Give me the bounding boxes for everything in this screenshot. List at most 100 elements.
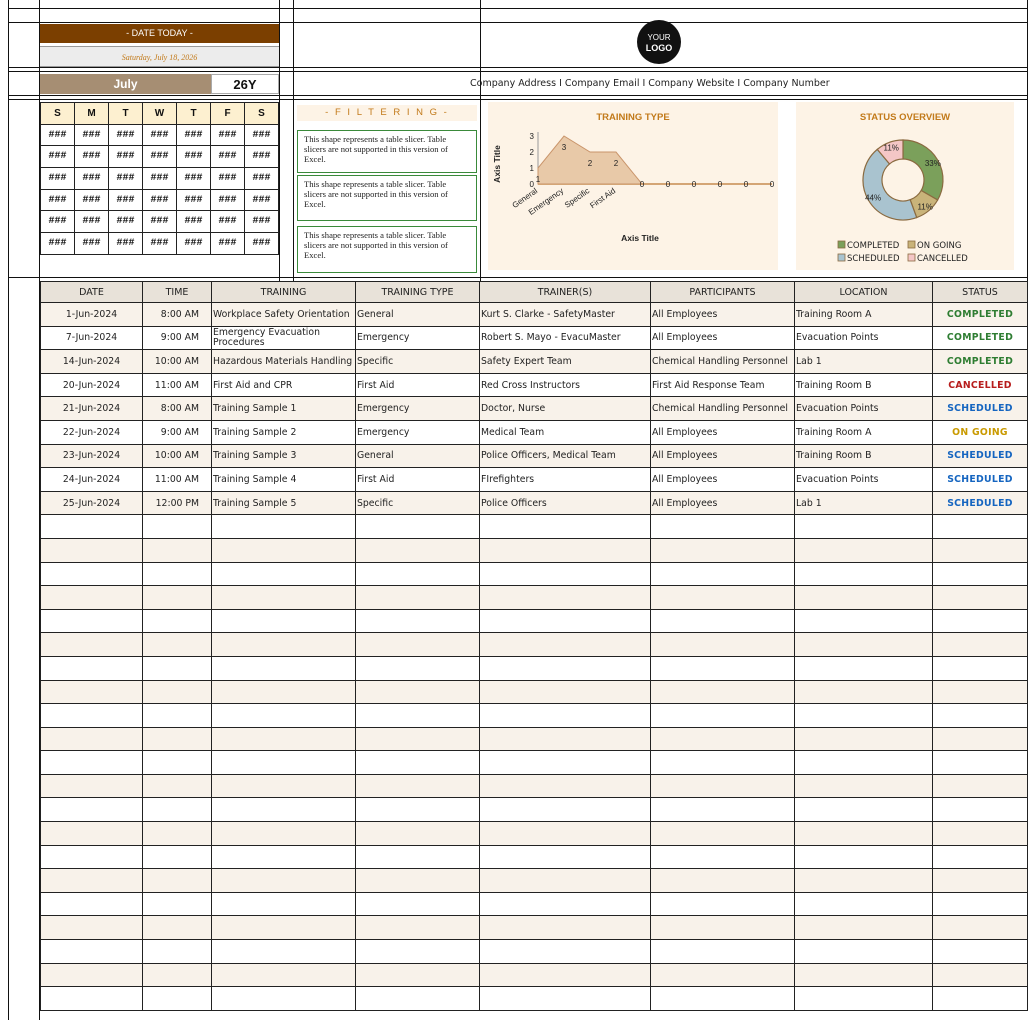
table-row[interactable]: 1-Jun-2024 8:00 AM Workplace Safety Orient… [40,302,1028,327]
table-cell[interactable] [142,844,212,870]
table-cell[interactable] [211,608,356,634]
table-cell[interactable] [211,915,356,941]
table-cell[interactable]: Training Room B [794,372,933,398]
table-cell[interactable] [479,561,651,587]
table-cell[interactable] [932,986,1028,1011]
table-cell[interactable] [142,679,212,705]
table-cell[interactable] [355,608,480,634]
table-cell[interactable] [40,962,143,988]
empty-row[interactable] [40,655,1028,681]
calendar-day-cell[interactable]: ### [108,145,143,169]
table-cell[interactable] [932,797,1028,823]
table-row[interactable]: 23-Jun-2024 10:00 AM Training Sample 3 Gene… [40,443,1028,469]
table-cell[interactable]: Lab 1 [794,349,933,374]
table-cell[interactable] [479,655,651,681]
table-cell[interactable]: 7-Jun-2024 [40,325,143,351]
table-row[interactable]: 7-Jun-2024 9:00 AM Emergency Evacuation Pr… [40,325,1028,351]
table-cell[interactable]: 24-Jun-2024 [40,467,143,492]
empty-row[interactable] [40,750,1028,775]
table-cell[interactable] [142,821,212,846]
status-overview-chart[interactable]: STATUS OVERVIEW 33% 11% 44% 11% COMPLETED ON … [796,102,1014,270]
slicer-3[interactable]: This shape represents a table slicer. Ta… [297,226,477,273]
column-header[interactable]: TRAINING TYPE [355,281,480,303]
table-cell[interactable] [40,868,143,893]
table-cell[interactable] [142,585,212,610]
table-cell[interactable]: 20-Jun-2024 [40,372,143,398]
column-header[interactable]: PARTICIPANTS [650,281,795,303]
table-cell[interactable] [142,655,212,681]
calendar-day-cell[interactable]: ### [210,123,245,147]
table-cell[interactable] [142,891,212,917]
table-cell[interactable]: All Employees [650,443,795,469]
calendar-day-cell[interactable]: ### [244,167,279,190]
table-cell[interactable] [650,891,795,917]
table-cell[interactable] [650,868,795,893]
table-cell[interactable] [40,608,143,634]
table-cell[interactable] [211,561,356,587]
table-cell[interactable] [211,655,356,681]
table-cell[interactable] [355,773,480,799]
empty-row[interactable] [40,821,1028,846]
table-cell[interactable]: First Aid and CPR [211,372,356,398]
table-cell[interactable]: All Employees [650,490,795,516]
table-cell[interactable] [794,750,933,775]
table-cell[interactable] [40,514,143,539]
table-cell[interactable] [355,797,480,823]
empty-row[interactable] [40,773,1028,799]
table-cell[interactable] [479,632,651,657]
table-cell[interactable]: Training Room A [794,302,933,327]
calendar-day-cell[interactable]: ### [40,210,75,234]
empty-row[interactable] [40,703,1028,728]
table-cell[interactable] [932,868,1028,893]
table-cell[interactable] [932,679,1028,705]
column-header[interactable]: TIME [142,281,212,303]
table-cell[interactable] [479,514,651,539]
table-cell[interactable] [142,939,212,964]
table-cell[interactable] [355,585,480,610]
status-badge[interactable]: COMPLETED [932,349,1028,374]
table-row[interactable]: 20-Jun-2024 11:00 AM First Aid and CPR Firs… [40,372,1028,398]
table-cell[interactable] [794,797,933,823]
table-cell[interactable] [794,703,933,728]
column-header[interactable]: TRAINING [211,281,356,303]
table-cell[interactable] [479,703,651,728]
table-cell[interactable] [211,703,356,728]
calendar-day-cell[interactable]: ### [244,210,279,234]
empty-row[interactable] [40,726,1028,752]
table-cell[interactable] [932,608,1028,634]
table-cell[interactable] [355,655,480,681]
table-cell[interactable]: All Employees [650,325,795,351]
table-cell[interactable] [932,891,1028,917]
table-cell[interactable] [142,561,212,587]
table-cell[interactable] [355,915,480,941]
table-cell[interactable] [211,797,356,823]
table-cell[interactable]: FIrefighters [479,467,651,492]
calendar-day-cell[interactable]: ### [176,145,211,169]
calendar-year[interactable]: 26Y [211,74,279,94]
calendar-day-cell[interactable]: ### [74,123,109,147]
table-cell[interactable]: Hazardous Materials Handling [211,349,356,374]
table-cell[interactable] [650,750,795,775]
calendar-day-cell[interactable]: ### [210,145,245,169]
table-cell[interactable]: Specific [355,490,480,516]
table-cell[interactable]: Evacuation Points [794,396,933,421]
calendar-day-cell[interactable]: ### [74,232,109,255]
table-cell[interactable] [142,915,212,941]
table-cell[interactable] [479,962,651,988]
table-cell[interactable] [211,632,356,657]
calendar-day-cell[interactable]: ### [74,210,109,234]
table-cell[interactable] [794,514,933,539]
table-cell[interactable] [211,986,356,1011]
table-cell[interactable] [40,703,143,728]
table-cell[interactable]: Training Sample 4 [211,467,356,492]
table-cell[interactable] [211,537,356,563]
table-cell[interactable]: 22-Jun-2024 [40,419,143,445]
calendar-day-cell[interactable]: ### [108,167,143,190]
calendar-day-cell[interactable]: ### [108,188,143,212]
table-cell[interactable] [479,537,651,563]
table-cell[interactable] [355,821,480,846]
table-cell[interactable] [142,632,212,657]
table-cell[interactable] [479,986,651,1011]
table-cell[interactable]: Training Room B [794,443,933,469]
calendar-day-cell[interactable]: ### [40,232,75,255]
